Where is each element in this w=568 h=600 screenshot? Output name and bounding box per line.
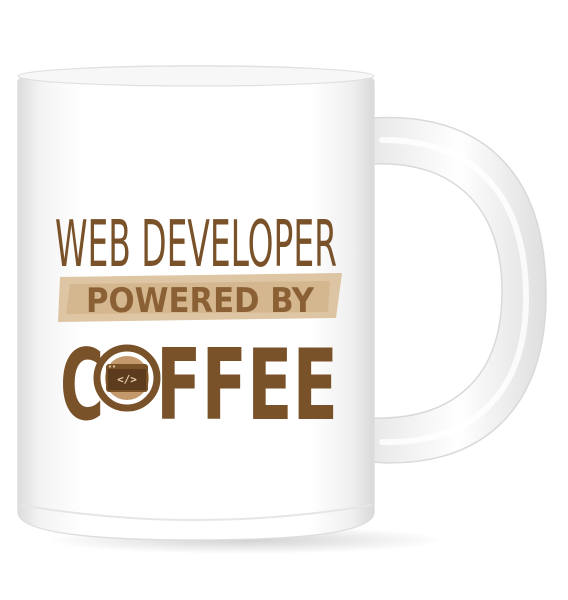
coffee-cup-icon: </>: [93, 344, 161, 412]
print-line-web-developer: WEB DEVELOPER: [55, 208, 337, 282]
print-line-powered-by: POWERED BY: [86, 281, 315, 321]
mug-handle: [371, 116, 547, 464]
code-symbol: </>: [117, 373, 137, 386]
print-letters-ffee: FFEE: [156, 329, 338, 443]
mug-illustration: WEB DEVELOPER POWERED BY C </> FFEE: [17, 65, 547, 554]
product-photo: WEB DEVELOPER POWERED BY C </> FFEE: [0, 0, 568, 600]
